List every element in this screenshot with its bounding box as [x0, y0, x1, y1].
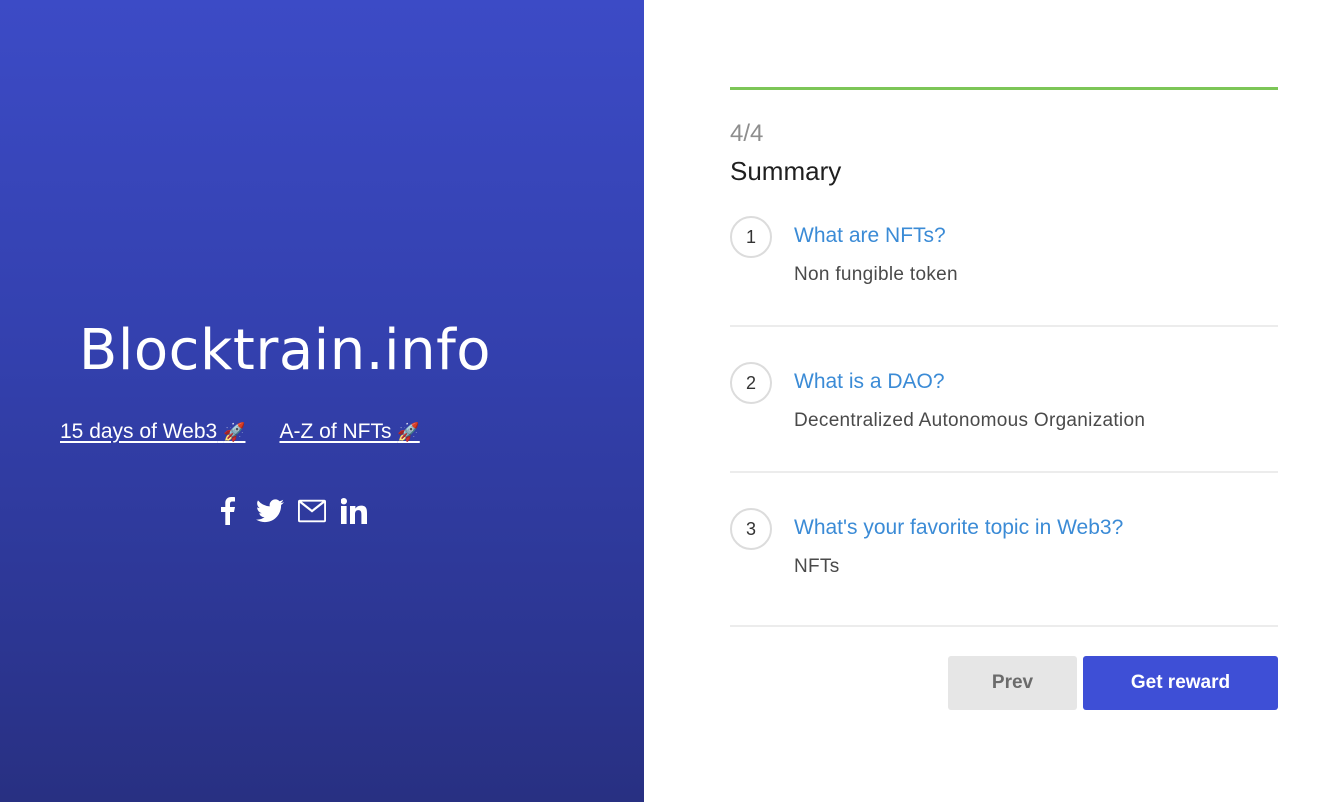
answer-text: Non fungible token: [794, 264, 958, 285]
link-a-z-of-nfts[interactable]: A-Z of NFTs 🚀: [279, 420, 419, 444]
divider: [730, 325, 1278, 327]
answer-text: Decentralized Autonomous Organization: [794, 410, 1146, 431]
section-title: Summary: [730, 156, 842, 186]
prev-button[interactable]: Prev: [948, 656, 1077, 710]
sidebar-panel: Blocktrain.info 15 days of Web3 🚀 A-Z of…: [0, 0, 644, 802]
site-title: Blocktrain.info: [78, 318, 492, 383]
item-number: 3: [730, 508, 772, 550]
item-number: 2: [730, 362, 772, 404]
quiz-panel: 4/4 Summary 1 What are NFTs? Non fungibl…: [644, 0, 1342, 802]
item-number: 1: [730, 216, 772, 258]
twitter-icon[interactable]: [256, 496, 284, 526]
linkedin-icon[interactable]: [340, 496, 368, 526]
step-counter: 4/4: [730, 120, 764, 147]
progress-bar: [730, 87, 1278, 90]
question-link[interactable]: What is a DAO?: [794, 370, 945, 394]
get-reward-button[interactable]: Get reward: [1083, 656, 1278, 710]
summary-item: 3 What's your favorite topic in Web3? NF…: [730, 508, 1278, 638]
question-link[interactable]: What are NFTs?: [794, 224, 946, 248]
link-label: A-Z of NFTs: [279, 420, 392, 443]
answer-text: NFTs: [794, 556, 840, 577]
facebook-icon[interactable]: [214, 496, 242, 526]
link-label: 15 days of Web3: [60, 420, 218, 443]
sidebar-links: 15 days of Web3 🚀 A-Z of NFTs 🚀: [60, 420, 420, 444]
social-links: [214, 496, 368, 526]
divider: [730, 471, 1278, 473]
progress-fill: [730, 87, 1278, 90]
mail-icon[interactable]: [298, 496, 326, 526]
question-link[interactable]: What's your favorite topic in Web3?: [794, 516, 1123, 540]
link-15-days-of-web3[interactable]: 15 days of Web3 🚀: [60, 420, 245, 444]
rocket-icon: 🚀: [223, 422, 246, 442]
rocket-icon: 🚀: [397, 422, 420, 442]
divider: [730, 625, 1278, 627]
